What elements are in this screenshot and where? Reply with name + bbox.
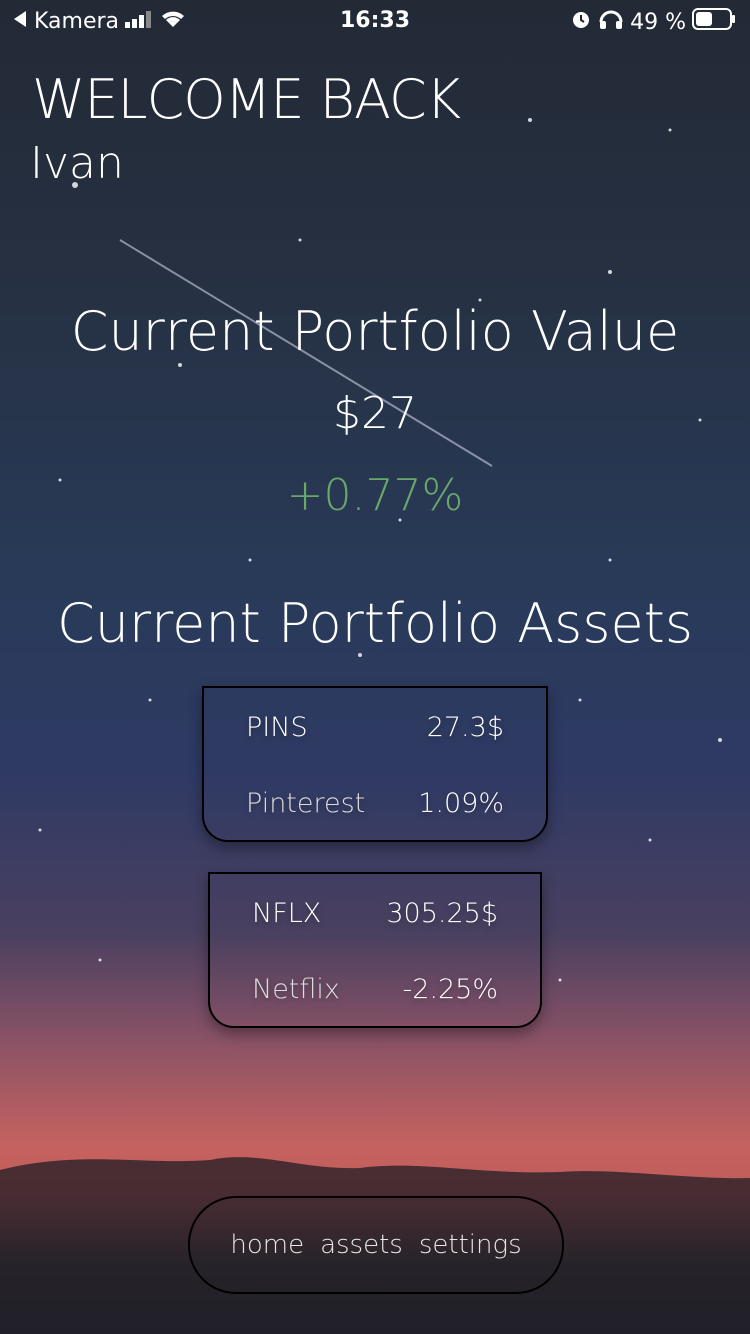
battery-percent: 49 % bbox=[630, 9, 686, 35]
nav-settings[interactable]: settings bbox=[419, 1230, 522, 1260]
portfolio-change: +0.77% bbox=[286, 470, 464, 521]
status-right: 49 % bbox=[570, 8, 736, 36]
headphones-icon bbox=[598, 8, 624, 36]
portfolio-value-title: Current Portfolio Value bbox=[70, 300, 680, 363]
welcome-title: WELCOME BACK bbox=[32, 68, 461, 131]
asset-ticker: PINS bbox=[246, 712, 308, 743]
portfolio-assets-title: Current Portfolio Assets bbox=[57, 592, 693, 655]
nav-assets[interactable]: assets bbox=[320, 1230, 403, 1260]
asset-price: 305.25$ bbox=[386, 898, 498, 929]
user-name: Ivan bbox=[30, 138, 124, 189]
alarm-icon bbox=[570, 8, 592, 36]
bottom-nav: home assets settings bbox=[188, 1196, 564, 1294]
asset-price: 27.3$ bbox=[426, 712, 504, 743]
asset-card-nflx[interactable]: NFLX 305.25$ Netflix -2.25% bbox=[208, 872, 542, 1028]
asset-change: 1.09% bbox=[418, 788, 504, 819]
portfolio-value: $27 bbox=[333, 388, 417, 439]
status-bar: Kamera 16:33 49 % bbox=[0, 0, 750, 40]
asset-ticker: NFLX bbox=[252, 898, 322, 929]
asset-name: Netflix bbox=[252, 974, 340, 1005]
night-sky-background bbox=[0, 118, 750, 1334]
battery-icon bbox=[692, 8, 736, 36]
nav-home[interactable]: home bbox=[230, 1230, 304, 1260]
asset-name: Pinterest bbox=[246, 788, 366, 819]
asset-change: -2.25% bbox=[402, 974, 498, 1005]
asset-card-pins[interactable]: PINS 27.3$ Pinterest 1.09% bbox=[202, 686, 548, 842]
